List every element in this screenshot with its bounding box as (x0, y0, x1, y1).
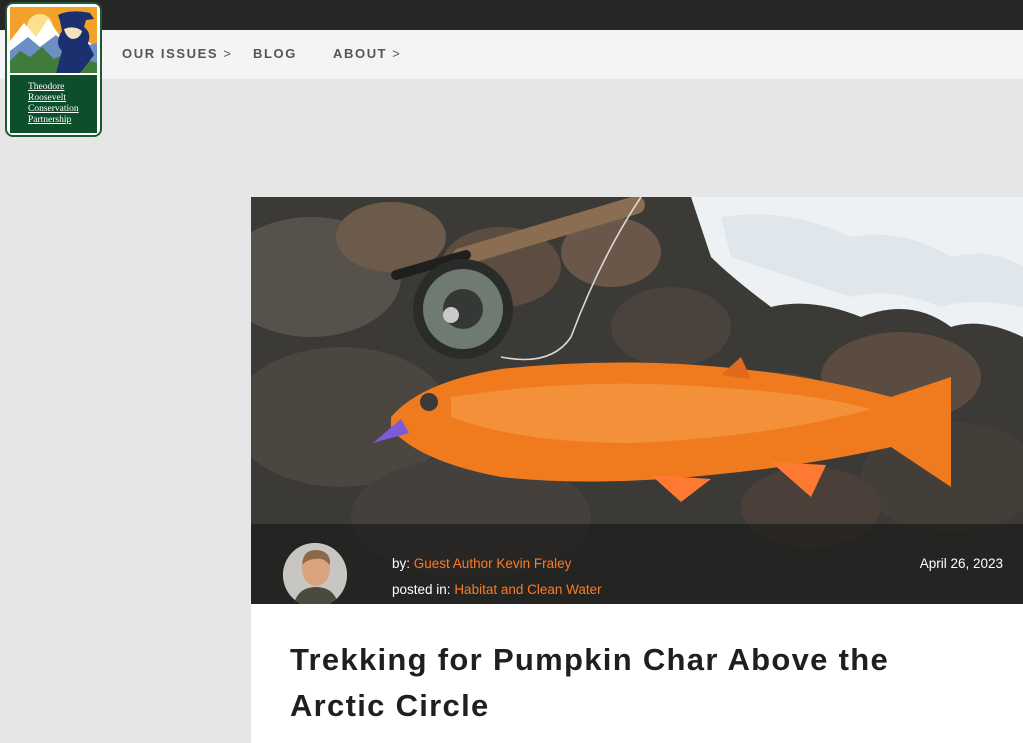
author-link[interactable]: Guest Author Kevin Fraley (414, 556, 572, 571)
site-logo[interactable]: Theodore Roosevelt Conservation Partners… (5, 2, 102, 137)
nav-blog[interactable]: BLOG (253, 46, 297, 61)
top-bar (0, 0, 1023, 30)
trcp-logo-icon (10, 7, 97, 73)
category-line: posted in: Habitat and Clean Water (392, 582, 602, 597)
nav-about[interactable]: ABOUT > (333, 46, 400, 61)
chevron-right-icon: > (392, 46, 400, 61)
hero-image[interactable]: by: Guest Author Kevin Fraley posted in:… (251, 197, 1023, 604)
logo-wordmark: Theodore Roosevelt Conservation Partners… (10, 75, 97, 133)
main-nav: OUR ISSUES > BLOG ABOUT > (0, 30, 1023, 79)
chevron-right-icon: > (223, 46, 231, 61)
nav-our-issues[interactable]: OUR ISSUES > (122, 46, 231, 61)
author-byline: by: Guest Author Kevin Fraley (392, 556, 572, 571)
article-meta-bar: by: Guest Author Kevin Fraley posted in:… (251, 524, 1023, 604)
category-link[interactable]: Habitat and Clean Water (454, 582, 601, 597)
publish-date: April 26, 2023 (919, 556, 1003, 571)
article-title: Trekking for Pumpkin Char Above the Arct… (290, 642, 890, 723)
author-photo-icon (283, 543, 347, 604)
author-avatar[interactable] (283, 543, 347, 604)
article-card: by: Guest Author Kevin Fraley posted in:… (251, 197, 1023, 743)
